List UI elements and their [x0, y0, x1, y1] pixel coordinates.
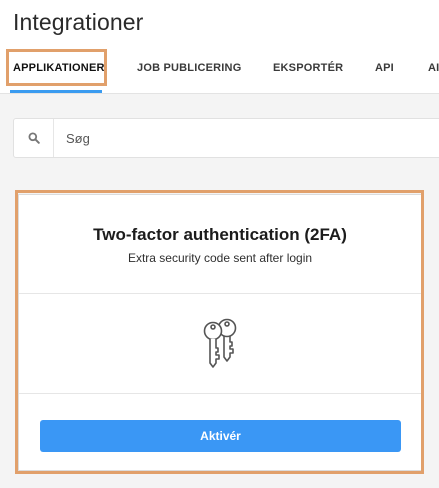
tab-eksporter[interactable]: EKSPORTÉR — [273, 62, 343, 74]
search-icon[interactable] — [14, 119, 54, 157]
search-input[interactable] — [66, 128, 366, 148]
active-tab-indicator — [10, 90, 102, 93]
header: Integrationer APPLIKATIONER JOB PUBLICER… — [0, 0, 439, 94]
integration-card-2fa: Two-factor authentication (2FA) Extra se… — [18, 194, 422, 471]
tab-applikationer[interactable]: APPLIKATIONER — [13, 62, 105, 74]
card-divider — [19, 293, 421, 294]
tab-api[interactable]: API — [375, 62, 394, 74]
tab-ai[interactable]: AI — [428, 62, 439, 74]
card-title: Two-factor authentication (2FA) — [93, 225, 347, 244]
page-title: Integrationer — [13, 9, 144, 35]
card-subtitle: Extra security code sent after login — [127, 251, 313, 265]
activate-button[interactable]: Aktivér — [40, 420, 401, 452]
search-bar — [13, 118, 439, 158]
card-divider — [19, 393, 421, 394]
keys-icon — [199, 317, 243, 371]
tab-job-publicering[interactable]: JOB PUBLICERING — [137, 62, 241, 74]
